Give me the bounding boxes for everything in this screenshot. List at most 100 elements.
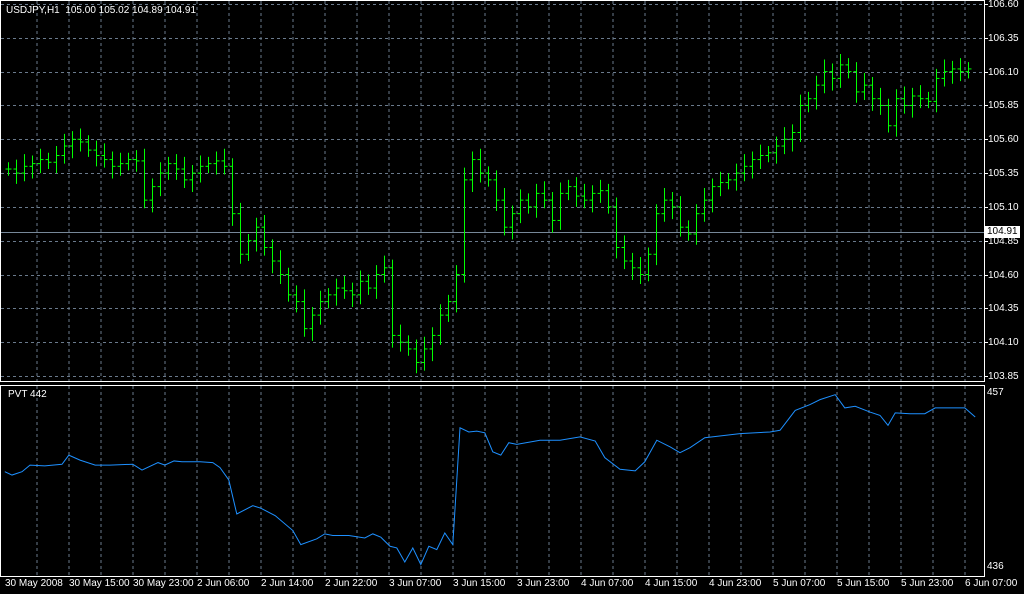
ohlc-bar — [381, 255, 388, 283]
time-axis-label: 2 Jun 06:00 — [197, 578, 250, 589]
price-chart[interactable] — [0, 0, 1024, 594]
time-axis-label: 4 Jun 15:00 — [645, 578, 698, 589]
chart-title: USDJPY,H1 105.00 105.02 104.89 104.91 — [6, 5, 196, 16]
ohlc-bar — [861, 72, 868, 101]
ohlc-bar — [101, 143, 108, 168]
ohlc-bar — [669, 192, 676, 220]
ohlc-bar — [437, 304, 444, 345]
ohlc-bar — [245, 233, 252, 262]
ohlc-bar — [877, 87, 884, 115]
ohlc-bar — [661, 187, 668, 222]
ohlc-bar — [213, 151, 220, 175]
ohlc-bar — [781, 127, 788, 155]
ohlc-bar — [285, 267, 292, 302]
ohlc-bar — [469, 151, 476, 193]
pvt-line — [4, 394, 976, 566]
ohlc-bar — [261, 215, 268, 256]
price-axis-label: 105.35 — [988, 167, 1019, 179]
ohlc-bar — [61, 133, 68, 164]
ohlc-bar — [461, 167, 468, 283]
time-axis-label: 3 Jun 15:00 — [453, 578, 506, 589]
indicator-pane-border — [0, 385, 985, 577]
ohlc-bar — [453, 265, 460, 313]
ohlc-bar — [309, 307, 316, 341]
ohlc-bar — [869, 77, 876, 111]
ohlc-bar — [757, 144, 764, 170]
ohlc-bar — [837, 54, 844, 88]
ohlc-bar — [13, 159, 20, 184]
ohlc-bar — [533, 183, 540, 218]
ohlc-bar — [333, 278, 340, 306]
price-axis-label: 105.85 — [988, 99, 1019, 111]
ohlc-bar — [373, 265, 380, 299]
ohlc-bar — [829, 63, 836, 91]
ohlc-bar — [573, 177, 580, 207]
open-value: 105.00 — [65, 5, 96, 16]
time-axis-label: 5 Jun 15:00 — [837, 578, 890, 589]
ohlc-bar — [221, 148, 228, 175]
price-axis-label: 106.35 — [988, 32, 1019, 44]
ohlc-bar — [581, 183, 588, 209]
ohlc-bar — [125, 152, 132, 171]
ohlc-bar — [85, 135, 92, 157]
ohlc-bar — [317, 290, 324, 325]
indicator-axis-max: 457 — [987, 387, 1004, 398]
ohlc-bar — [141, 148, 148, 209]
ohlc-bar — [93, 140, 100, 167]
ohlc-bar — [37, 148, 44, 174]
ohlc-bar — [413, 339, 420, 374]
ohlc-bar — [797, 94, 804, 142]
time-axis-label: 4 Jun 07:00 — [581, 578, 634, 589]
ohlc-bar — [389, 259, 396, 348]
ohlc-bar — [909, 87, 916, 118]
ohlc-bar — [477, 148, 484, 183]
ohlc-bar — [885, 98, 892, 133]
price-axis-label: 106.60 — [988, 0, 1019, 10]
ohlc-bar — [557, 182, 564, 230]
ohlc-bar — [349, 282, 356, 308]
time-axis-label: 6 Jun 07:00 — [965, 578, 1018, 589]
ohlc-bar — [45, 152, 52, 170]
ohlc-bar — [397, 324, 404, 352]
ohlc-bar — [77, 128, 84, 152]
ohlc-bar — [117, 152, 124, 176]
indicator-title: PVT 442 — [8, 389, 47, 400]
high-value: 105.02 — [98, 5, 130, 16]
ohlc-bar — [5, 162, 12, 176]
ohlc-bar — [741, 154, 748, 182]
ohlc-bar — [429, 327, 436, 362]
ohlc-bar — [301, 289, 308, 337]
ohlc-bar — [717, 171, 724, 197]
ohlc-bar — [549, 192, 556, 233]
ohlc-bar — [725, 173, 732, 190]
ohlc-bar — [525, 193, 532, 214]
ohlc-bar — [149, 178, 156, 213]
price-axis-label: 105.10 — [988, 201, 1019, 213]
ohlc-bar — [605, 183, 612, 214]
ohlc-bar — [565, 179, 572, 201]
ohlc-bar — [501, 187, 508, 236]
ohlc-bar — [893, 89, 900, 137]
time-axis-label: 3 Jun 07:00 — [389, 578, 442, 589]
time-axis-label: 4 Jun 23:00 — [709, 578, 762, 589]
time-axis-label: 30 May 15:00 — [69, 578, 130, 589]
ohlc-bar — [821, 59, 828, 94]
bid-price-tag: 104.91 — [985, 226, 1020, 238]
ohlc-bar — [493, 170, 500, 211]
price-axis-label: 104.35 — [988, 302, 1019, 314]
low-value: 104.89 — [132, 5, 163, 16]
ohlc-bar — [685, 220, 692, 241]
ohlc-bar — [229, 158, 236, 226]
time-axis-label: 2 Jun 22:00 — [325, 578, 378, 589]
ohlc-bar — [845, 58, 852, 79]
ohlc-bar — [205, 156, 212, 174]
ohlc-bar — [421, 336, 428, 371]
ohlc-bar — [789, 124, 796, 152]
ohlc-bar — [773, 136, 780, 164]
ohlc-bar — [29, 155, 36, 179]
price-axis-label: 106.10 — [988, 66, 1019, 78]
ohlc-bar — [637, 256, 644, 285]
ohlc-bar — [901, 86, 908, 114]
ohlc-bar — [629, 252, 636, 280]
symbol-label: USDJPY,H1 — [6, 5, 60, 16]
